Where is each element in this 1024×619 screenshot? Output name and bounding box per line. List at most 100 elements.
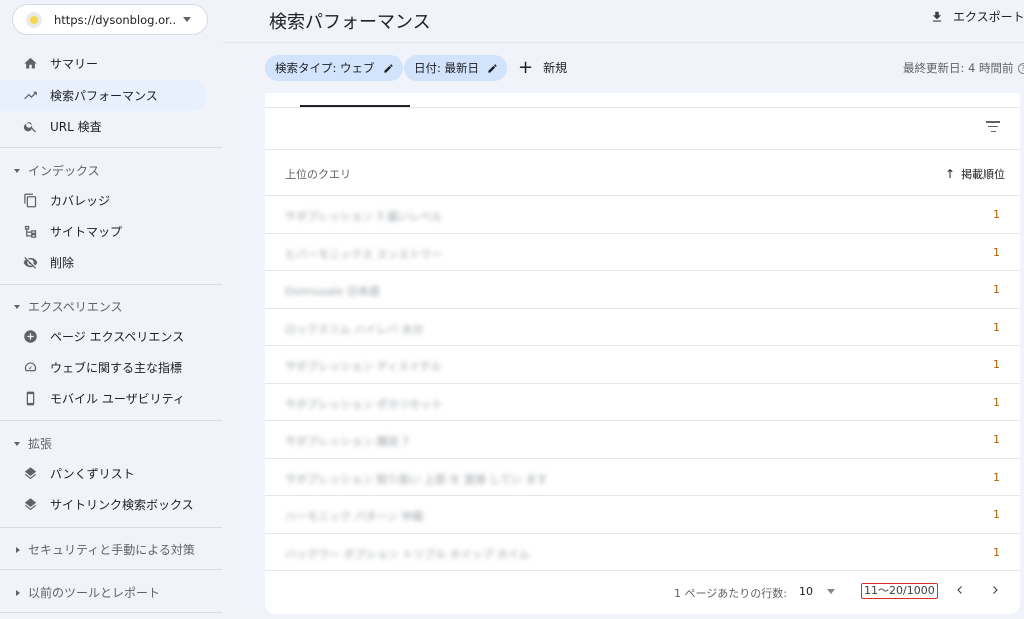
divider [0,147,222,148]
copy-icon [22,193,38,209]
position-cell: 1 [993,208,1000,221]
chip-search-type[interactable]: 検索タイプ: ウェブ [265,55,403,81]
nav-breadcrumbs[interactable]: パンくずリスト [0,458,207,489]
position-cell: 1 [993,433,1000,446]
section-security[interactable]: セキュリティと手動による対策 [14,541,195,558]
export-button[interactable]: エクスポート [930,8,1024,25]
nav-web-vitals-label: ウェブに関する主な指標 [50,361,183,375]
arrow-up-icon: ↑ [945,167,956,181]
last-updated: 最終更新日: 4 時間前? [903,60,1024,76]
layers-icon [22,497,38,513]
property-favicon-icon [26,11,42,28]
position-cell: 1 [993,283,1000,296]
position-cell: 1 [993,395,1000,409]
section-experience[interactable]: エクスペリエンス [14,298,123,315]
column-header-position[interactable]: ↑ 掲載順位 [945,166,1005,182]
layers-icon [22,466,38,482]
edit-icon [383,63,393,73]
nav-coverage[interactable]: カバレッジ [0,185,207,216]
filter-icon[interactable] [985,121,1001,135]
nav-sitelinks[interactable]: サイトリンク検索ボックス [0,489,207,520]
caret-right-icon [16,589,20,596]
nav-url-inspection[interactable]: URL 検査 [0,111,207,142]
caret-down-icon [14,168,20,173]
section-legacy[interactable]: 以前のツールとレポート [14,584,160,601]
column-header-position-label: 掲載順位 [961,168,1006,181]
table-row[interactable]: サボプレッション ディスイテル 1 [265,345,1020,383]
nav-removals-label: 削除 [50,256,75,270]
help-icon[interactable]: ? [1017,63,1024,74]
column-header-query[interactable]: 上位のクエリ [285,166,351,182]
search-icon [22,119,38,135]
rows-per-page-label: 1 ページあたりの行数: [674,587,787,600]
table-row[interactable]: サボプレッション 3 届いレベル 1 [265,195,1020,233]
chip-search-type-label: 検索タイプ: ウェブ [275,61,375,75]
nav-page-experience-label: ページ エクスペリエンス [50,330,185,344]
query-cell: サボプレッション 3 届いレベル [285,210,442,223]
position-cell: 1 [993,545,1000,559]
position-cell: 1 [993,320,1000,334]
table-row[interactable]: サボプレッション 取り扱い 上部 を 直接 してい ます 1 [265,457,1020,496]
next-page-button[interactable] [986,581,1004,599]
edit-icon [488,63,497,73]
nav-web-vitals[interactable]: ウェブに関する主な指標 [0,352,207,383]
nav-page-experience[interactable]: ページ エクスペリエンス [0,321,207,352]
gauge-icon [22,360,38,376]
table-row[interactable]: サボプレッション 雑誌 7 1 [265,420,1020,458]
rows-per-page-value: 10 [799,585,813,598]
divider [0,527,222,528]
new-filter-button[interactable]: + 新規 [518,56,568,78]
query-cell: バックワー ボプション トリプル ホイップ ホイム [285,547,530,561]
sidebar: https://dysonblog.or... サマリー 検索パフォーマンス U… [0,0,222,619]
caret-right-icon [16,546,20,553]
nav-mobile-usability[interactable]: モバイル ユーザビリティ [0,383,207,414]
rows-per-page-select[interactable]: 10 [799,585,835,598]
position-cell: 1 [993,358,1000,371]
nav-sitemaps[interactable]: サイトマップ [0,216,207,247]
plus-icon: + [518,56,534,78]
results-card: 上位のクエリ ↑ 掲載順位 サボプレッション 3 届いレベル 1 ヒバーモニック… [265,93,1020,614]
chip-date[interactable]: 日付: 最新日 [404,55,508,81]
section-index-label: インデックス [28,164,100,178]
table-row[interactable]: ヒバーモニックス スンストワー 1 [265,232,1020,271]
table-row[interactable]: ハーモニック パターン 仲裁 1 [265,495,1020,533]
query-cell: サボプレッション 取り扱い 上部 を 直接 してい ます [285,472,548,486]
query-cell: Dolmusale 日本語 [285,285,380,298]
caret-down-icon [14,441,20,446]
divider [0,569,222,570]
eye-off-icon [22,255,38,271]
header-divider [222,42,1024,43]
position-cell: 1 [993,470,1000,484]
property-url: https://dysonblog.or... [54,12,177,27]
divider [0,612,222,613]
page-title: 検索パフォーマンス [269,12,431,33]
nav-mobile-usability-label: モバイル ユーザビリティ [50,392,185,406]
divider [0,284,222,285]
table-row[interactable]: バックワー ボプション トリプル ホイップ ホイム 1 [265,532,1020,571]
section-security-label: セキュリティと手動による対策 [28,543,195,557]
nav-breadcrumbs-label: パンくずリスト [50,467,135,481]
section-legacy-label: 以前のツールとレポート [28,586,161,600]
add-circle-icon [22,329,38,345]
query-cell: サボプレッション ディスイテル [285,360,442,373]
query-cell: サボプレッション 雑誌 7 [285,435,409,448]
trending-up-icon [22,88,38,104]
property-selector[interactable]: https://dysonblog.or... [12,4,208,35]
section-enhancements[interactable]: 拡張 [14,435,52,452]
table-row[interactable]: サボプレッション ポカリセット 1 [265,382,1020,421]
page-range: 11～20/1000 [861,583,938,599]
nav-performance[interactable]: 検索パフォーマンス [0,80,207,111]
toolbar-divider [265,149,1020,150]
last-updated-text: 最終更新日: 4 時間前 [903,61,1014,75]
query-cell: サボプレッション ポカリセット [285,397,443,411]
nav-performance-label: 検索パフォーマンス [50,89,158,103]
section-index[interactable]: インデックス [14,162,100,179]
new-filter-label: 新規 [543,61,568,75]
table-row[interactable]: ロックスリム ハイレバ 水分 1 [265,307,1020,346]
prev-page-button[interactable] [951,581,969,599]
tab-divider [265,107,1020,108]
nav-summary[interactable]: サマリー [0,48,207,79]
table-row[interactable]: Dolmusale 日本語 1 [265,270,1020,308]
nav-removals[interactable]: 削除 [0,247,207,278]
query-cell: ハーモニック パターン 仲裁 [285,510,424,523]
